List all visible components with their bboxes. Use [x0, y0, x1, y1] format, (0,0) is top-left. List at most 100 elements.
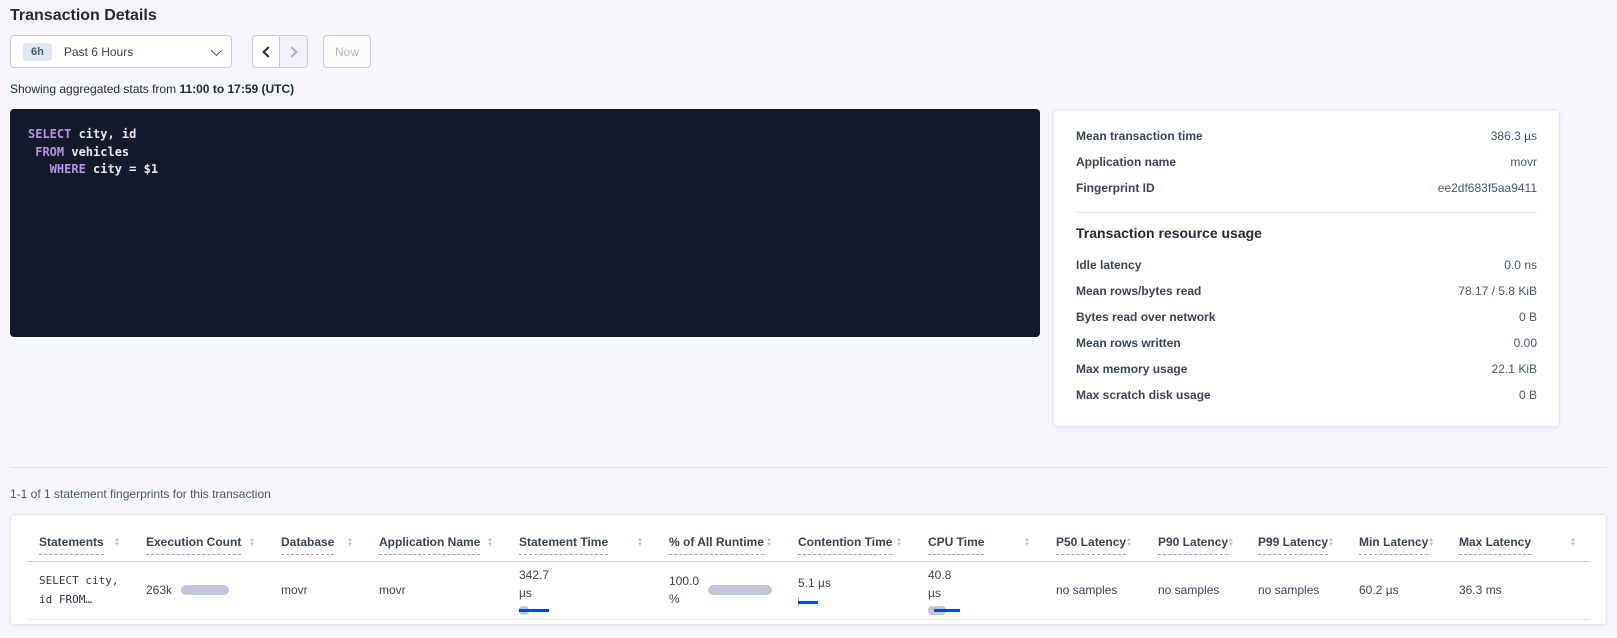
execution-count-value: 263k	[146, 583, 172, 597]
transaction-details-page: Transaction Details 6h Past 6 Hours Now …	[0, 0, 1617, 638]
cell-statement-time: 342.7 µs	[507, 561, 657, 619]
sql-keyword: SELECT	[28, 127, 71, 141]
column-header-execution-count[interactable]: Execution Count▲ ▼	[134, 515, 269, 561]
sort-icon[interactable]: ▲ ▼	[1570, 538, 1576, 548]
column-header-min-latency[interactable]: Min Latency▲ ▼	[1347, 515, 1447, 561]
cell-application-name: movr	[367, 561, 507, 619]
runtime-pct-unit: %	[669, 590, 699, 608]
time-range-dropdown[interactable]: 6h Past 6 Hours	[10, 35, 232, 68]
section-divider	[10, 467, 1607, 468]
page-title: Transaction Details	[10, 7, 1617, 25]
sort-icon[interactable]: ▲ ▼	[766, 538, 772, 548]
cell-execution-count: 263k	[134, 561, 269, 619]
cpu-time-bar	[928, 606, 968, 615]
cell-pct-of-all-runtime: 100.0 %	[657, 561, 786, 619]
column-header-application-name[interactable]: Application Name▲ ▼	[367, 515, 507, 561]
cpu-time-value: 40.8	[928, 566, 1044, 584]
column-header-pct-of-all-runtime[interactable]: % of All Runtime▲ ▼	[657, 515, 786, 561]
aggregated-stats-text: Showing aggregated stats from 11:00 to 1…	[10, 82, 1607, 96]
contention-time-bar	[798, 597, 830, 606]
cell-min-latency: 60.2 µs	[1347, 561, 1447, 619]
runtime-pct-bar	[708, 585, 772, 595]
sql-text: city, id	[71, 127, 136, 141]
sql-keyword: WHERE	[28, 162, 86, 176]
resource-row-mean-rows-written: Mean rows written 0.00	[1076, 330, 1537, 356]
sort-icon[interactable]: ▲ ▼	[1024, 538, 1030, 548]
statements-count-caption: 1-1 of 1 statement fingerprints for this…	[10, 487, 1607, 501]
sort-icon[interactable]: ▲ ▼	[1428, 538, 1434, 548]
contention-time-value: 5.1 µs	[798, 574, 916, 592]
resource-usage-title: Transaction resource usage	[1076, 225, 1537, 241]
chevron-left-icon	[262, 46, 273, 57]
sort-icon[interactable]: ▲ ▼	[637, 538, 643, 548]
column-header-p90-latency[interactable]: P90 Latency▲ ▼	[1146, 515, 1246, 561]
sort-icon[interactable]: ▲ ▼	[1228, 538, 1234, 548]
sql-text: vehicles	[64, 145, 129, 159]
summary-panel: Mean transaction time 386.3 µs Applicati…	[1053, 109, 1560, 427]
resource-value: 78.17 / 5.8 KiB	[1458, 284, 1537, 298]
summary-row-fingerprint-id: Fingerprint ID ee2df683f5aa9411	[1076, 175, 1537, 201]
column-header-p50-latency[interactable]: P50 Latency▲ ▼	[1044, 515, 1146, 561]
resource-label: Max scratch disk usage	[1076, 388, 1211, 402]
cell-p99-latency: no samples	[1246, 561, 1347, 619]
chevron-right-icon	[286, 46, 297, 57]
column-header-database[interactable]: Database▲ ▼	[269, 515, 367, 561]
column-header-contention-time[interactable]: Contention Time▲ ▼	[786, 515, 916, 561]
sort-icon[interactable]: ▲ ▼	[114, 538, 120, 548]
sql-statement-box: SELECT city, id FROM vehicles WHERE city…	[10, 109, 1040, 337]
statement-line: SELECT city,	[39, 571, 134, 590]
statement-time-value: 342.7	[519, 566, 657, 584]
summary-label: Mean transaction time	[1076, 129, 1203, 143]
cell-statement-fingerprint[interactable]: SELECT city, id FROM…	[27, 561, 134, 619]
resource-value: 0 B	[1519, 388, 1537, 402]
now-button[interactable]: Now	[323, 35, 371, 68]
runtime-pct-value: 100.0	[669, 572, 699, 590]
sort-icon[interactable]: ▲ ▼	[896, 538, 902, 548]
resource-value: 0 B	[1519, 310, 1537, 324]
cell-contention-time: 5.1 µs	[786, 561, 916, 619]
statement-row: SELECT city, id FROM… 263k movr movr	[27, 561, 1590, 619]
sort-icon[interactable]: ▲ ▼	[487, 538, 493, 548]
resource-row-bytes-read-over-network: Bytes read over network 0 B	[1076, 304, 1537, 330]
resource-value: 0.0 ns	[1504, 258, 1537, 272]
table-header-row: Statements▲ ▼ Execution Count▲ ▼ Databas…	[27, 515, 1590, 561]
resource-row-max-scratch-disk-usage: Max scratch disk usage 0 B	[1076, 382, 1537, 408]
summary-label: Fingerprint ID	[1076, 181, 1155, 195]
statement-time-unit: µs	[519, 584, 657, 602]
main-content: SELECT city, id FROM vehicles WHERE city…	[10, 109, 1607, 427]
cell-database: movr	[269, 561, 367, 619]
summary-row-mean-transaction-time: Mean transaction time 386.3 µs	[1076, 123, 1537, 149]
summary-row-application-name: Application name movr	[1076, 149, 1537, 175]
statements-table: Statements▲ ▼ Execution Count▲ ▼ Databas…	[27, 515, 1590, 620]
column-header-cpu-time[interactable]: CPU Time▲ ▼	[916, 515, 1044, 561]
stats-range: 11:00 to 17:59 (UTC)	[179, 82, 294, 96]
cell-max-latency: 36.3 ms	[1447, 561, 1590, 619]
time-range-badge: 6h	[23, 43, 52, 61]
statements-table-card: Statements▲ ▼ Execution Count▲ ▼ Databas…	[10, 514, 1607, 625]
column-header-statement-time[interactable]: Statement Time▲ ▼	[507, 515, 657, 561]
column-header-statements[interactable]: Statements▲ ▼	[27, 515, 134, 561]
resource-row-idle-latency: Idle latency 0.0 ns	[1076, 252, 1537, 278]
summary-label: Application name	[1076, 155, 1176, 169]
stats-prefix: Showing aggregated stats from	[10, 82, 176, 96]
summary-value: 386.3 µs	[1491, 129, 1537, 143]
summary-value: movr	[1510, 155, 1537, 169]
sort-icon[interactable]: ▲ ▼	[1328, 538, 1334, 548]
resource-label: Max memory usage	[1076, 362, 1187, 376]
time-controls: 6h Past 6 Hours Now	[10, 35, 1607, 68]
statement-line: id FROM…	[39, 590, 134, 609]
resource-label: Mean rows/bytes read	[1076, 284, 1201, 298]
prev-interval-button[interactable]	[253, 36, 280, 67]
cell-p50-latency: no samples	[1044, 561, 1146, 619]
sort-icon[interactable]: ▲ ▼	[1126, 538, 1132, 548]
summary-divider	[1076, 212, 1537, 213]
cell-p90-latency: no samples	[1146, 561, 1246, 619]
next-interval-button[interactable]	[280, 36, 307, 67]
chevron-down-icon	[211, 44, 222, 55]
column-header-max-latency[interactable]: Max Latency▲ ▼	[1447, 515, 1590, 561]
sort-icon[interactable]: ▲ ▼	[347, 538, 353, 548]
sort-icon[interactable]: ▲ ▼	[249, 538, 255, 548]
time-range-label: Past 6 Hours	[64, 45, 133, 59]
resource-label: Idle latency	[1076, 258, 1141, 272]
column-header-p99-latency[interactable]: P99 Latency▲ ▼	[1246, 515, 1347, 561]
